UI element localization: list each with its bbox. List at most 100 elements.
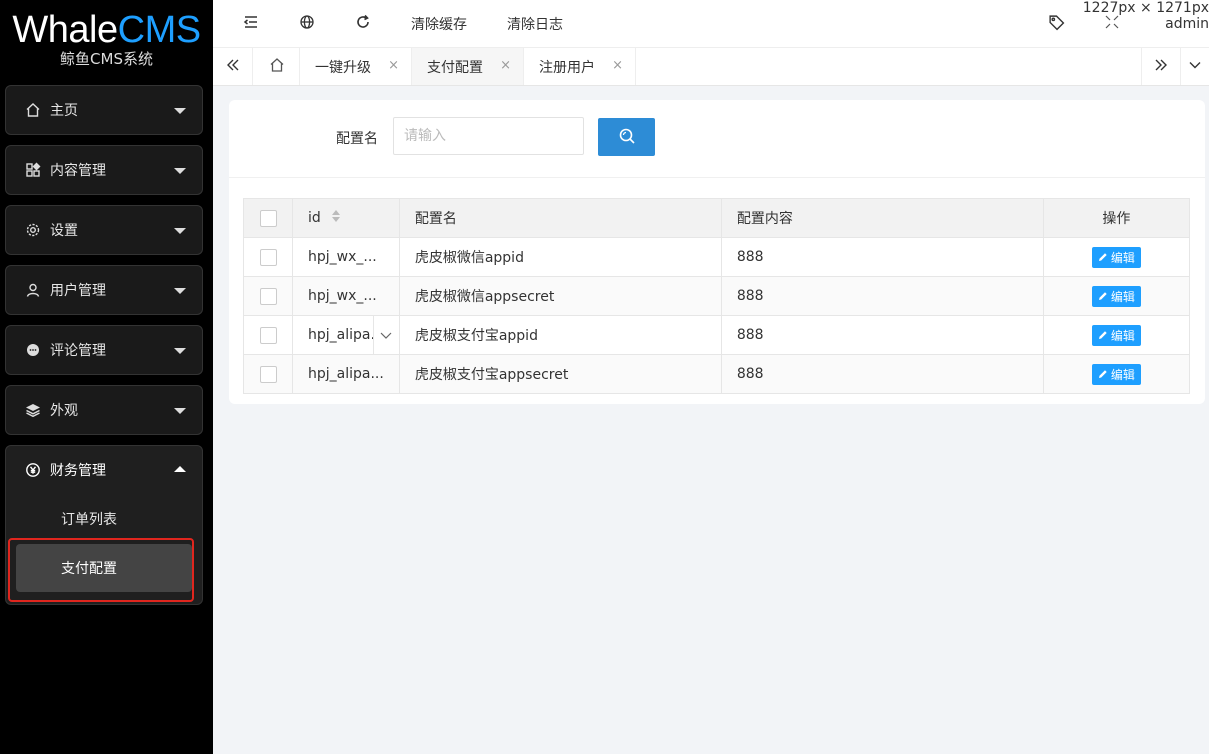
cell-actions: 编辑 <box>1042 237 1191 277</box>
search-label: 配置名 <box>336 131 378 147</box>
website-button[interactable] <box>299 0 315 48</box>
fullscreen-button[interactable] <box>1105 14 1119 34</box>
sidebar-item-label: 设置 <box>50 223 78 239</box>
cell-id: hpj_alipa... <box>292 354 400 394</box>
search-form: 配置名 <box>229 100 1205 178</box>
screen-size-readout: 1227px × 1271px <box>1082 0 1209 16</box>
search-icon <box>618 127 636 148</box>
sidebar-item-appearance[interactable]: 外观 <box>5 385 203 435</box>
edit-button[interactable]: 编辑 <box>1091 324 1141 346</box>
sort-icon[interactable] <box>331 209 341 227</box>
caret-down-icon <box>174 288 186 294</box>
cell-name: 虎皮椒微信appsecret <box>398 276 722 316</box>
table-row: hpj_wx_... 虎皮椒微信appid 888 编辑 <box>243 237 1191 277</box>
refresh-button[interactable] <box>355 0 371 48</box>
search-button[interactable] <box>598 118 655 156</box>
globe-icon <box>299 14 315 34</box>
home-icon <box>24 101 42 119</box>
cell-name: 虎皮椒微信appid <box>398 237 722 277</box>
fullscreen-icon <box>1105 15 1119 33</box>
tab-payment-config[interactable]: 支付配置 × <box>412 48 524 85</box>
row-checkbox[interactable] <box>259 248 277 266</box>
user-icon <box>24 281 42 299</box>
edit-button[interactable]: 编辑 <box>1091 363 1141 385</box>
row-checkbox[interactable] <box>259 365 277 383</box>
edit-button[interactable]: 编辑 <box>1091 285 1141 307</box>
sidebar-item-home[interactable]: 主页 <box>5 85 203 135</box>
tab-menu-dropdown[interactable] <box>1181 48 1209 85</box>
tab-home[interactable] <box>254 48 300 85</box>
tab-scroll-left-button[interactable] <box>213 48 253 85</box>
sidebar-item-users[interactable]: 用户管理 <box>5 265 203 315</box>
sidebar-item-label: 评论管理 <box>50 343 106 359</box>
pencil-icon <box>1098 292 1107 300</box>
row-checkbox[interactable] <box>259 287 277 305</box>
row-checkbox[interactable] <box>259 326 277 344</box>
sidebar-item-label: 用户管理 <box>50 283 106 299</box>
sidebar-item-label: 主页 <box>50 103 78 119</box>
cell-name: 虎皮椒支付宝appid <box>398 315 722 355</box>
payment-config-card: 配置名 id 配置名 配置内容 <box>229 100 1205 404</box>
sidebar-item-content[interactable]: 内容管理 <box>5 145 203 195</box>
tab-scroll-right-button[interactable] <box>1141 48 1181 85</box>
sidebar-toggle-button[interactable] <box>243 0 259 48</box>
edit-button-label: 编辑 <box>1110 328 1135 343</box>
menu-fold-icon <box>243 14 259 34</box>
username: admin <box>1165 16 1209 32</box>
select-all-checkbox[interactable] <box>259 209 277 227</box>
column-header-content: 配置内容 <box>720 198 1044 238</box>
cell-id: hpj_wx_... <box>292 276 400 316</box>
sidebar-subitem-order-list[interactable]: 订单列表 <box>6 494 202 544</box>
cell-id: hpj_alipa. <box>292 315 400 355</box>
tab-bar: 一键升级 × 支付配置 × 注册用户 × <box>213 48 1209 86</box>
user-menu[interactable]: admin <box>1165 16 1209 32</box>
edit-button-label: 编辑 <box>1110 250 1135 265</box>
cell-content: 888 <box>720 315 1044 355</box>
apps-icon <box>24 161 42 179</box>
cell-content: 888 <box>720 276 1044 316</box>
tab-label: 一键升级 <box>315 59 371 76</box>
clear-log-button[interactable]: 清除日志 <box>507 0 563 48</box>
edit-button-label: 编辑 <box>1110 289 1135 304</box>
main-content: 配置名 id 配置名 配置内容 <box>213 86 1209 754</box>
chat-icon <box>24 341 42 359</box>
layers-icon <box>24 401 42 419</box>
sidebar-subitem-payment-config[interactable]: 支付配置 <box>16 544 192 592</box>
home-icon <box>269 57 285 77</box>
caret-down-icon <box>174 228 186 234</box>
top-header: 清除缓存 清除日志 1227px × 1271px admin <box>213 0 1209 48</box>
clear-cache-button[interactable]: 清除缓存 <box>411 0 467 48</box>
sidebar-item-finance: 财务管理 订单列表 支付配置 <box>5 445 203 605</box>
table-row: hpj_alipa. 虎皮椒支付宝appid 888 编辑 <box>243 315 1191 355</box>
caret-down-icon <box>174 108 186 114</box>
sidebar-item-comments[interactable]: 评论管理 <box>5 325 203 375</box>
sidebar-item-label: 财务管理 <box>50 463 106 479</box>
logo: WhaleCMS 鲸鱼CMS系统 <box>0 0 213 80</box>
edit-button[interactable]: 编辑 <box>1091 246 1141 268</box>
cell-actions: 编辑 <box>1042 354 1191 394</box>
pencil-icon <box>1098 331 1107 339</box>
tag-button[interactable] <box>1048 0 1065 48</box>
caret-down-icon <box>174 348 186 354</box>
close-icon[interactable]: × <box>612 58 623 73</box>
tab-upgrade[interactable]: 一键升级 × <box>300 48 412 85</box>
expand-cell-button[interactable] <box>372 316 399 354</box>
close-icon[interactable]: × <box>500 58 511 73</box>
search-input[interactable] <box>393 117 584 155</box>
logo-part-cms: CMS <box>117 9 201 51</box>
column-header-actions: 操作 <box>1042 198 1191 238</box>
sidebar-item-settings[interactable]: 设置 <box>5 205 203 255</box>
row-select-cell <box>243 354 293 394</box>
sidebar-item-label: 内容管理 <box>50 163 106 179</box>
caret-up-icon <box>174 466 186 472</box>
cell-content: 888 <box>720 354 1044 394</box>
config-table: id 配置名 配置内容 操作 hpj_wx_... 虎皮椒微信appid 888 <box>243 198 1191 394</box>
select-all-cell <box>243 198 293 238</box>
edit-button-label: 编辑 <box>1110 367 1135 382</box>
tab-registered-users[interactable]: 注册用户 × <box>524 48 636 85</box>
column-header-id[interactable]: id <box>292 198 400 238</box>
chevron-down-icon <box>1188 58 1202 76</box>
sidebar-item-finance-header[interactable]: 财务管理 <box>6 446 202 494</box>
sidebar-menu: 主页 内容管理 设置 用户管理 评论管理 外观 财务管理 订单列表 支付配置 <box>5 85 203 615</box>
close-icon[interactable]: × <box>388 58 399 73</box>
